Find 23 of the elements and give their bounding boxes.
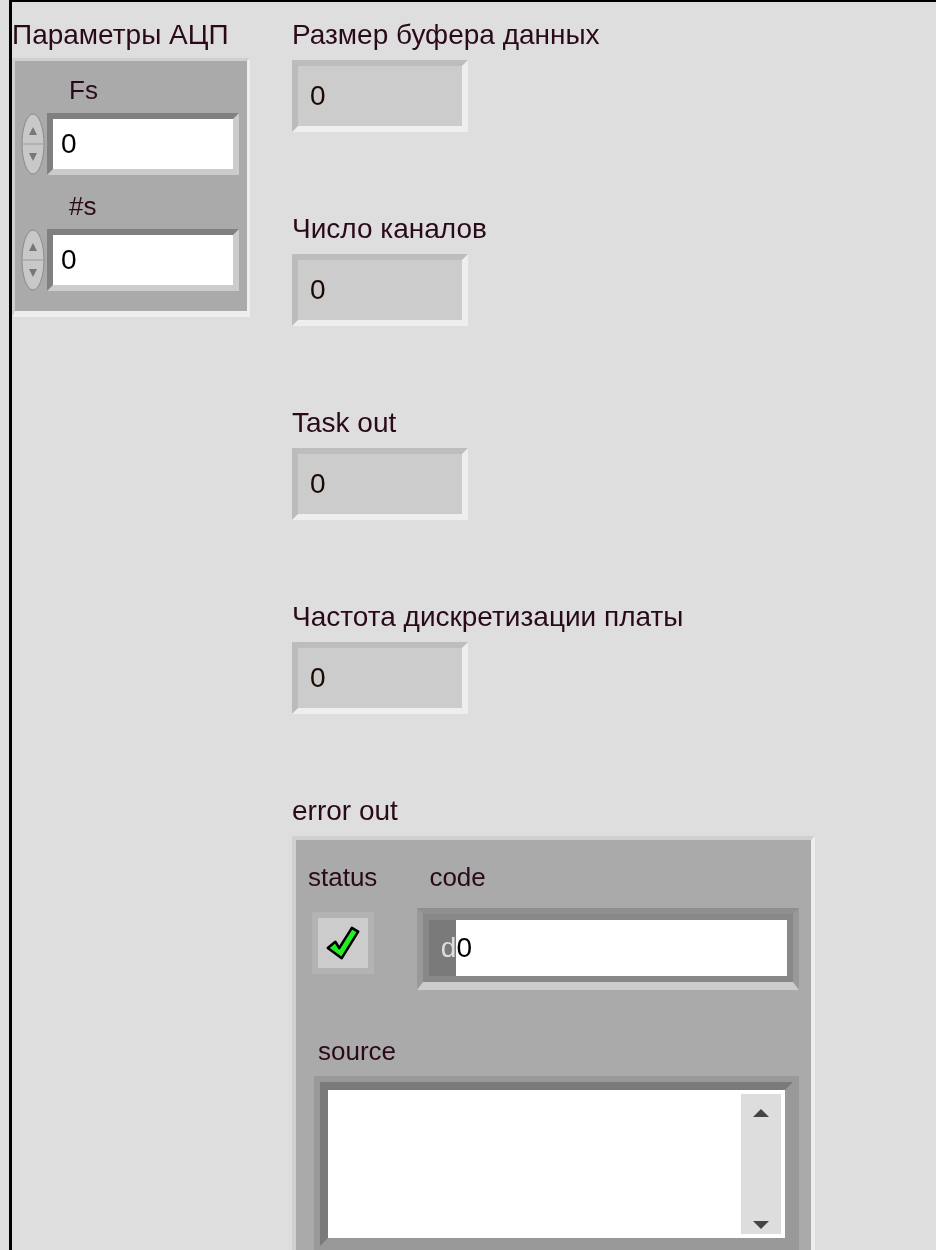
spinner-icon[interactable]: [21, 229, 45, 291]
numeric-indicator: 0: [292, 642, 468, 714]
indicator-label: Task out: [292, 406, 398, 440]
spinner-icon[interactable]: [21, 113, 45, 175]
code-indicator: d0: [417, 908, 799, 990]
numeric-input[interactable]: 0: [47, 113, 239, 175]
scrollbar[interactable]: [741, 1094, 781, 1234]
numeric-input[interactable]: 0: [47, 229, 239, 291]
source-label: source: [318, 1035, 397, 1068]
numeric-indicator: 0: [292, 448, 468, 520]
control-label: #s: [69, 190, 97, 223]
numeric-indicator: 0: [292, 60, 468, 132]
code-label: code: [429, 861, 486, 894]
cluster-label: error out: [292, 794, 399, 828]
scroll-up-icon[interactable]: [751, 1108, 771, 1118]
scroll-down-icon[interactable]: [751, 1220, 771, 1230]
control-label: Fs: [69, 74, 98, 107]
indicator-label: Частота дискретизации платы: [292, 600, 685, 634]
numeric-indicator: 0: [292, 254, 468, 326]
indicator-label: Размер буфера данных: [292, 18, 601, 52]
cluster-label: Параметры АЦП: [12, 18, 230, 52]
status-label: status: [308, 861, 378, 894]
indicator-label: Число каналов: [292, 212, 488, 246]
